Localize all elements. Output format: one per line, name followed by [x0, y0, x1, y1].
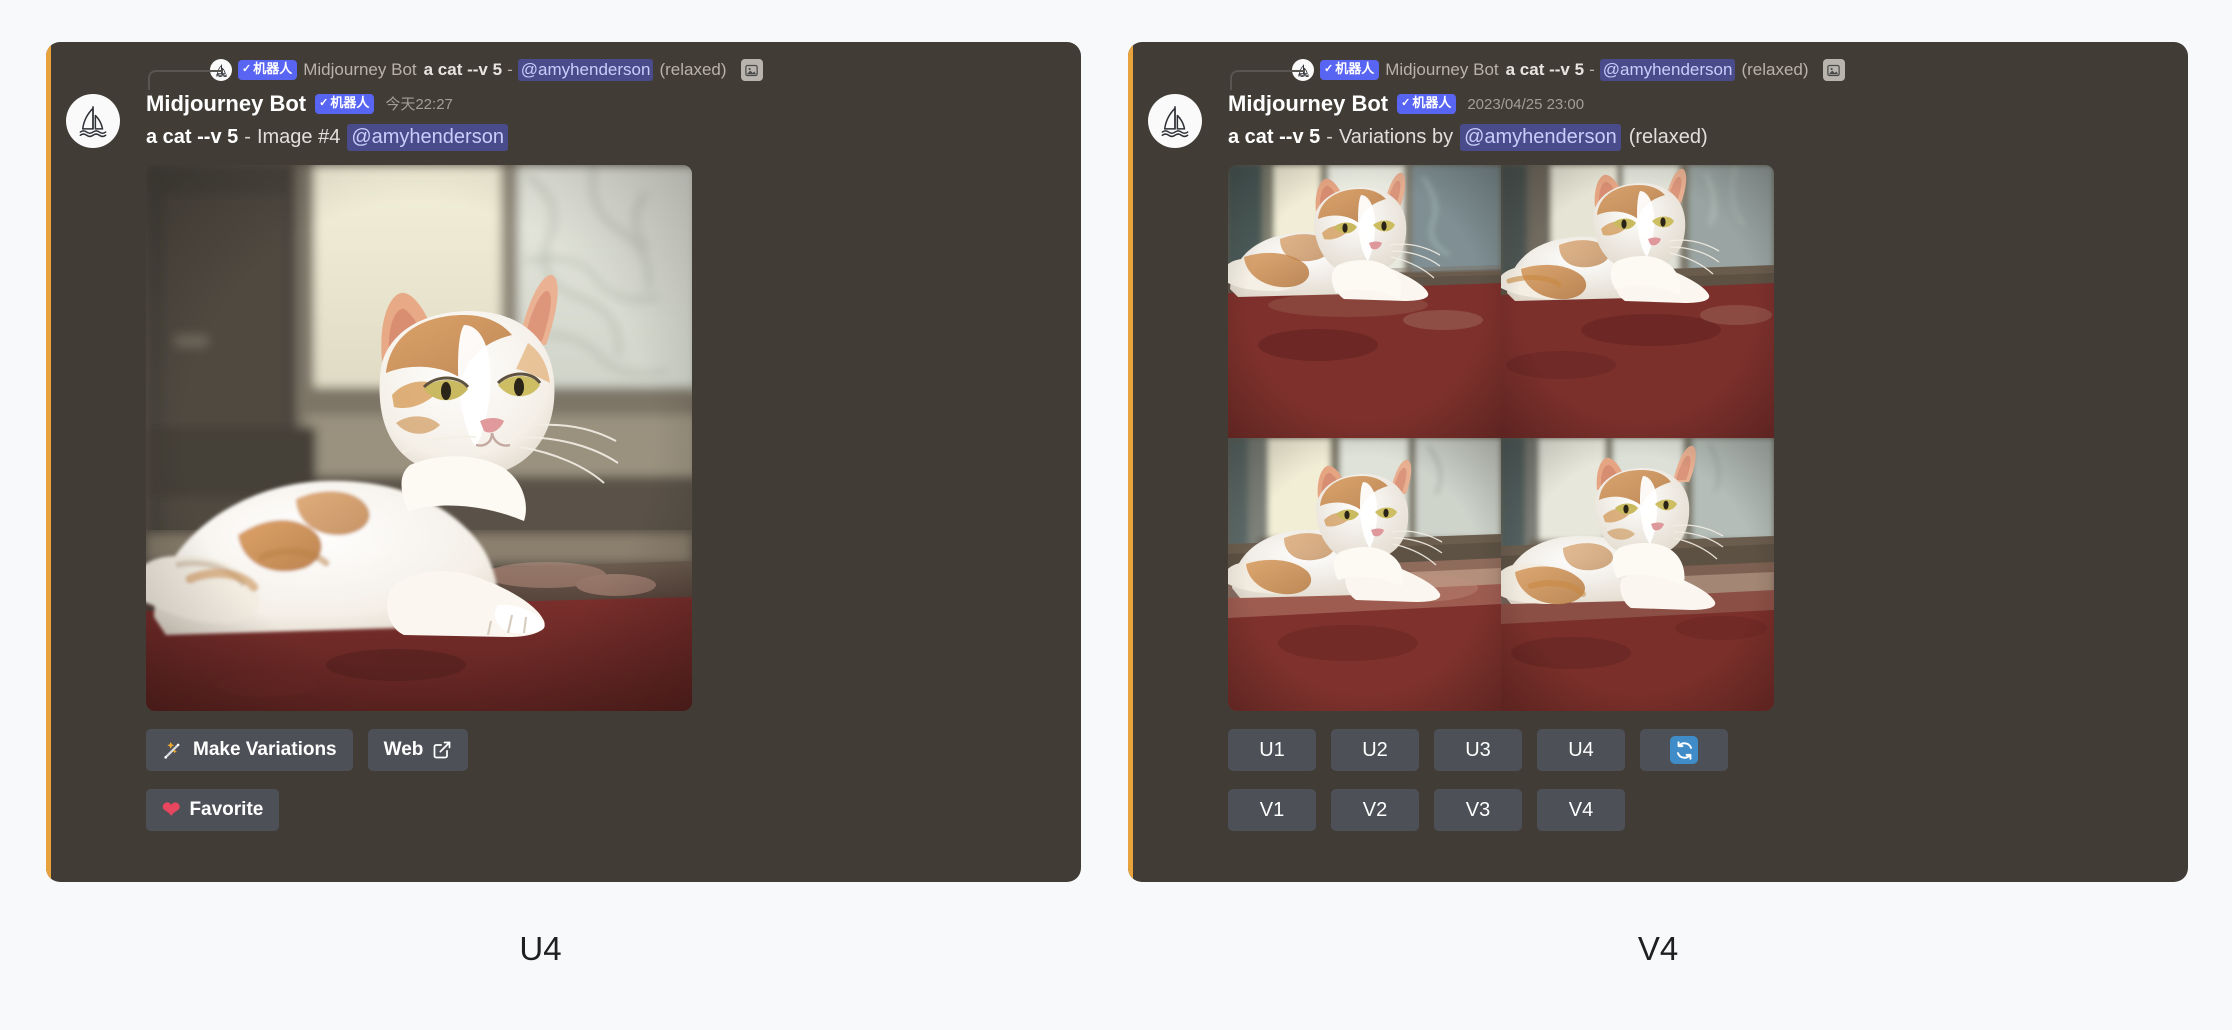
variation-label: V4 [1568, 798, 1594, 821]
message-author[interactable]: Midjourney Bot [146, 93, 306, 115]
refresh-icon [1670, 736, 1698, 764]
action-row-primary-left: Make Variations Web [146, 729, 1081, 771]
grid-cell-3[interactable] [1228, 438, 1501, 711]
reply-mode: (relaxed) [659, 60, 727, 79]
message-left: Midjourney Bot ✓ 机器人 今天22:27 a cat --v 5… [46, 92, 1081, 831]
check-icon: ✓ [242, 63, 252, 76]
web-button[interactable]: Web [367, 729, 469, 771]
upscale-label: U2 [1362, 738, 1388, 761]
bot-badge-label: 机器人 [253, 61, 293, 77]
upscale-button-row: U1 U2 U3 U4 [1228, 729, 2188, 771]
generated-image-grid[interactable] [1228, 165, 1774, 711]
bot-badge: ✓ 机器人 [1320, 60, 1380, 80]
message-mention[interactable]: @amyhenderson [347, 124, 508, 151]
upscale-button-u4[interactable]: U4 [1537, 729, 1625, 771]
upscale-button-u2[interactable]: U2 [1331, 729, 1419, 771]
message-mention[interactable]: @amyhenderson [1460, 124, 1621, 151]
cat-variation-1 [1228, 165, 1501, 438]
wand-sparkles-icon [162, 739, 184, 761]
reply-author: Midjourney Bot [1385, 60, 1499, 79]
grid-cell-2[interactable] [1501, 165, 1774, 438]
reply-preview-left[interactable]: ✓ 机器人 Midjourney Bot a cat --v 5 - @amyh… [106, 56, 1081, 90]
bot-badge-label: 机器人 [330, 95, 370, 111]
message-header-right: Midjourney Bot ✓ 机器人 2023/04/25 23:00 [1228, 92, 2188, 116]
upscale-button-u1[interactable]: U1 [1228, 729, 1316, 771]
external-link-icon [432, 740, 452, 760]
message-dash: - [1326, 126, 1333, 148]
reply-spine-icon [148, 70, 222, 90]
variation-label: V1 [1259, 798, 1285, 821]
message-prompt: a cat --v 5 [1228, 126, 1321, 148]
reroll-button[interactable] [1640, 729, 1728, 771]
message-prompt: a cat --v 5 [146, 126, 239, 148]
message-content-left: a cat --v 5 - Image #4 @amyhenderson [146, 124, 1081, 151]
variation-button-v2[interactable]: V2 [1331, 789, 1419, 831]
avatar[interactable] [66, 94, 120, 148]
web-label: Web [383, 739, 424, 760]
cat-photo [146, 165, 692, 711]
message-content-right: a cat --v 5 - Variations by @amyhenderso… [1228, 124, 2188, 151]
reply-prompt: a cat --v 5 [423, 60, 503, 79]
upscale-button-u3[interactable]: U3 [1434, 729, 1522, 771]
generated-image-single[interactable] [146, 165, 692, 711]
message-detail: Image #4 [256, 126, 341, 148]
reply-author: Midjourney Bot [303, 60, 417, 79]
image-icon [740, 59, 763, 81]
message-author[interactable]: Midjourney Bot [1228, 93, 1388, 115]
message-mode: (relaxed) [1628, 126, 1708, 148]
avatar[interactable] [1148, 94, 1202, 148]
image-icon [1822, 59, 1845, 81]
reply-spine-icon [1230, 70, 1304, 90]
check-icon: ✓ [1401, 97, 1411, 110]
make-variations-button[interactable]: Make Variations [146, 729, 353, 771]
message-header-left: Midjourney Bot ✓ 机器人 今天22:27 [146, 92, 1081, 116]
reply-mention[interactable]: @amyhenderson [517, 59, 654, 81]
reply-text-left: Midjourney Bot a cat --v 5 - @amyhenders… [303, 59, 727, 81]
discord-message-panel-right: ✓ 机器人 Midjourney Bot a cat --v 5 - @amyh… [1128, 42, 2188, 882]
message-right: Midjourney Bot ✓ 机器人 2023/04/25 23:00 a … [1128, 92, 2188, 831]
variation-button-v1[interactable]: V1 [1228, 789, 1316, 831]
grid-cell-4[interactable] [1501, 438, 1774, 711]
favorite-label: Favorite [189, 799, 264, 820]
message-detail: Variations by [1338, 126, 1454, 148]
reply-mode: (relaxed) [1741, 60, 1809, 79]
bot-badge-label: 机器人 [1335, 61, 1375, 77]
message-dash: - [244, 126, 251, 148]
upscale-label: U3 [1465, 738, 1491, 761]
bot-badge: ✓ 机器人 [315, 94, 375, 114]
cat-variation-2 [1501, 165, 1774, 438]
upscale-label: U1 [1259, 738, 1285, 761]
reply-dash: - [507, 60, 513, 79]
reply-prompt: a cat --v 5 [1505, 60, 1585, 79]
variation-button-v4[interactable]: V4 [1537, 789, 1625, 831]
bot-badge: ✓ 机器人 [238, 60, 298, 80]
bot-badge: ✓ 机器人 [1397, 94, 1457, 114]
grid-cell-1[interactable] [1228, 165, 1501, 438]
message-timestamp: 今天22:27 [385, 95, 453, 113]
discord-message-panel-left: ✓ 机器人 Midjourney Bot a cat --v 5 - @amyh… [46, 42, 1081, 882]
reply-preview-right[interactable]: ✓ 机器人 Midjourney Bot a cat --v 5 - @amyh… [1188, 56, 2188, 90]
caption-left: U4 [519, 930, 562, 967]
action-row-secondary-left: ❤ Favorite [146, 789, 1081, 831]
reply-dash: - [1589, 60, 1595, 79]
caption-right: V4 [1637, 930, 1679, 967]
reply-text-right: Midjourney Bot a cat --v 5 - @amyhenders… [1385, 59, 1809, 81]
cat-variation-4 [1501, 438, 1774, 711]
screenshot-stage: ✓ 机器人 Midjourney Bot a cat --v 5 - @amyh… [0, 0, 2232, 1030]
bot-badge-label: 机器人 [1412, 95, 1452, 111]
variation-label: V2 [1362, 798, 1388, 821]
message-timestamp: 2023/04/25 23:00 [1467, 95, 1585, 113]
variation-label: V3 [1465, 798, 1491, 821]
check-icon: ✓ [319, 97, 329, 110]
heart-icon: ❤ [162, 797, 181, 822]
cat-variation-3 [1228, 438, 1501, 711]
favorite-button[interactable]: ❤ Favorite [146, 789, 280, 831]
variation-button-v3[interactable]: V3 [1434, 789, 1522, 831]
variation-button-row: V1 V2 V3 V4 [1228, 789, 2188, 831]
upscale-label: U4 [1568, 738, 1594, 761]
make-variations-label: Make Variations [193, 739, 337, 760]
reply-mention[interactable]: @amyhenderson [1599, 59, 1736, 81]
check-icon: ✓ [1324, 63, 1334, 76]
